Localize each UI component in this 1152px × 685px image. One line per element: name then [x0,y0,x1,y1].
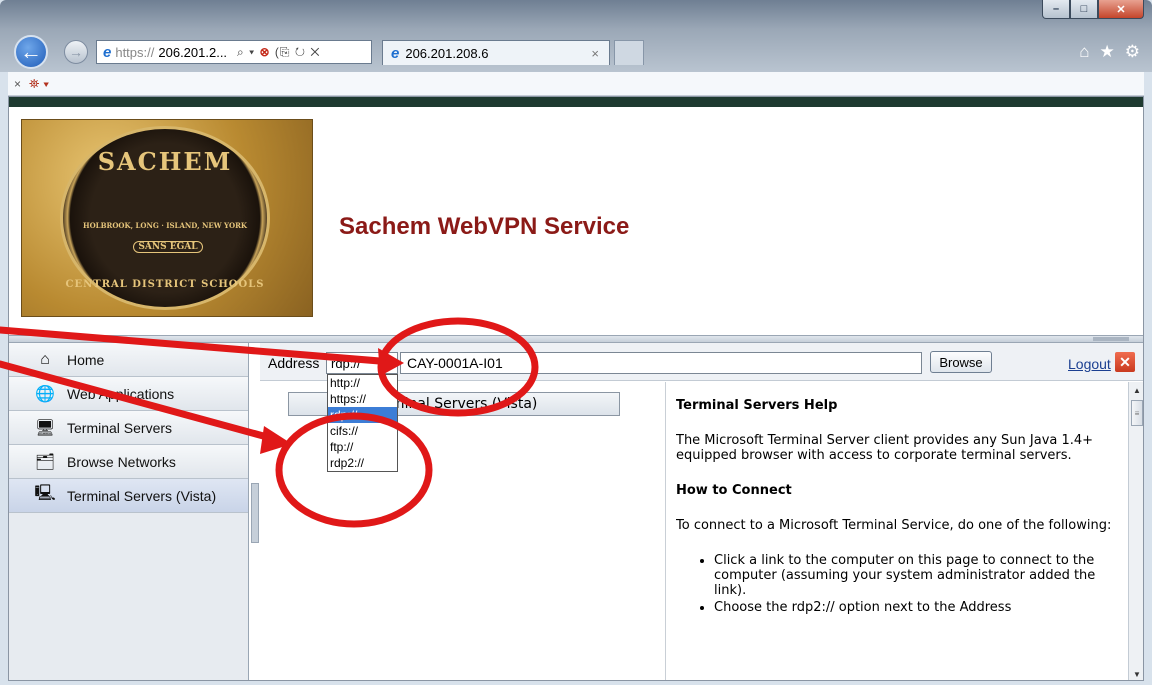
protocol-select[interactable]: rdp:// [326,352,398,374]
terminal-servers-icon: 🖥 [34,419,56,437]
terminal-servers-vista-icon: 🖳 [34,485,56,502]
web-applications-icon: 🌐 [35,385,55,403]
url-scheme: https:// [115,44,155,60]
protocol-dropdown-list: http:// https:// rdp:// cifs:// ftp:// r… [327,374,398,472]
protocol-option[interactable]: ftp:// [328,439,397,455]
sidebar-item-web-applications[interactable]: 🌐 Web Applications [9,377,248,411]
list-item: Click a link to the computer on this pag… [714,553,1126,598]
sidebar-item-label: Terminal Servers [67,419,173,436]
protocol-option[interactable]: cifs:// [328,423,397,439]
logout-close-icon[interactable]: ✕ [1115,352,1135,372]
list-item: Choose the rdp2:// option next to the Ad… [714,600,1126,615]
search-dropdown-icon[interactable]: ⌕ ▾ [237,45,255,59]
page-header: SACHEM HOLBROOK, LONG · ISLAND, NEW YORK… [9,107,1143,335]
new-tab-button[interactable] [614,40,644,65]
close-window-button[interactable]: ✕ [1098,0,1144,19]
sidebar-item-terminal-servers-vista[interactable]: 🖳 Terminal Servers (Vista) [9,479,248,513]
ie-page-icon: e [103,43,112,61]
browse-button[interactable]: Browse [930,351,992,373]
browser-tab[interactable]: e 206.201.208.6 × [382,40,610,65]
address-label: Address [268,355,320,371]
browser-address-bar[interactable]: e https://206.201.2... ⌕ ▾ ⊗ (⎘ ↻ ✕ [96,40,372,64]
sidebar-item-label: Home [67,351,105,368]
splitter-grip[interactable] [1093,337,1129,341]
sachem-logo: SACHEM HOLBROOK, LONG · ISLAND, NEW YORK… [21,119,313,317]
address-bar-tools[interactable]: ⌕ ▾ ⊗ (⎘ ↻ ✕ [237,45,320,60]
tab-ie-icon: e [391,44,400,62]
page-title: Sachem WebVPN Service [339,213,630,240]
help-how-text: To connect to a Microsoft Terminal Servi… [676,518,1112,533]
protocol-option[interactable]: http:// [328,375,397,391]
protocol-option[interactable]: rdp2:// [328,455,397,471]
scroll-thumb[interactable]: ≡ [1131,400,1143,426]
scroll-up-arrow-icon[interactable]: ▲ [1129,382,1143,398]
command-bar: × ⛯ ▾ [8,72,1144,96]
host-input[interactable] [400,352,922,374]
help-bullets: Click a link to the computer on this pag… [714,553,1126,615]
sidebar-item-label: Terminal Servers (Vista) [67,487,217,504]
seal-mid-text: HOLBROOK, LONG · ISLAND, NEW YORK [82,221,248,230]
scroll-down-arrow-icon[interactable]: ▼ [1129,666,1143,680]
stop-icon[interactable]: ✕ [310,45,320,59]
help-title: Terminal Servers Help [676,398,838,413]
sidebar-collapse-handle[interactable] [251,483,259,543]
compatibility-dropdown-icon[interactable]: ⛯ ▾ [29,76,49,92]
logout-link[interactable]: Logout [1068,356,1111,372]
window-controls: – □ ✕ [1042,0,1144,19]
header-splitter[interactable] [9,335,1143,343]
help-intro: The Microsoft Terminal Server client pro… [676,433,1094,463]
back-button[interactable]: ← [14,35,48,69]
url-host: 206.201.2... [158,44,228,60]
tab-close-icon[interactable]: × [591,46,599,61]
sidebar-item-terminal-servers[interactable]: 🖥 Terminal Servers [9,411,248,445]
browse-networks-icon: 🗂 [34,453,56,471]
pane-divider [665,382,666,680]
compatibility-icon[interactable]: (⎘ [275,45,291,59]
cmdbar-close-icon[interactable]: × [14,77,21,91]
sidebar-item-label: Web Applications [67,385,175,402]
refresh-icon[interactable]: ↻ [295,45,306,59]
sidebar: ⌂ Home 🌐 Web Applications 🖥 Terminal Ser… [9,343,249,680]
minimize-button[interactable]: – [1042,0,1070,19]
protocol-option[interactable]: https:// [328,391,397,407]
sidebar-item-browse-networks[interactable]: 🗂 Browse Networks [9,445,248,479]
page-viewport: SACHEM HOLBROOK, LONG · ISLAND, NEW YORK… [8,96,1144,681]
seal-bottom-text: CENTRAL DISTRICT SCHOOLS [65,279,265,290]
help-how-heading: How to Connect [676,483,792,498]
main-area: ⌂ Home 🌐 Web Applications 🖥 Terminal Ser… [9,343,1143,680]
servers-list-pane: Terminal Servers (Vista) [260,382,660,680]
settings-gear-icon[interactable]: ⚙ [1125,42,1140,62]
tab-title: 206.201.208.6 [405,45,489,61]
browser-titlebar: – □ ✕ ← → e https://206.201.2... ⌕ ▾ ⊗ (… [0,0,1152,72]
seal-motto-text: SANS EGAL [133,241,203,253]
content-pane: Address rdp:// Browse Logout ✕ http:// h… [260,343,1143,680]
help-scrollbar[interactable]: ▲ ≡ ▼ [1128,382,1143,680]
help-panel: Terminal Servers Help The Microsoft Term… [676,382,1126,680]
home-icon: ⌂ [40,350,50,368]
top-banner-strip [9,97,1143,107]
certificate-error-icon[interactable]: ⊗ [260,45,271,59]
seal-top-text: SACHEM [97,147,233,176]
protocol-option-selected[interactable]: rdp:// [328,407,397,423]
home-icon[interactable]: ⌂ [1079,42,1089,62]
browser-top-icons: ⌂ ★ ⚙ [1079,42,1140,62]
sidebar-item-home[interactable]: ⌂ Home [9,343,248,377]
sidebar-item-label: Browse Networks [67,453,176,470]
forward-button[interactable]: → [64,40,88,64]
favorites-star-icon[interactable]: ★ [1100,42,1115,62]
maximize-button[interactable]: □ [1070,0,1098,19]
district-seal: SACHEM HOLBROOK, LONG · ISLAND, NEW YORK… [60,126,270,310]
